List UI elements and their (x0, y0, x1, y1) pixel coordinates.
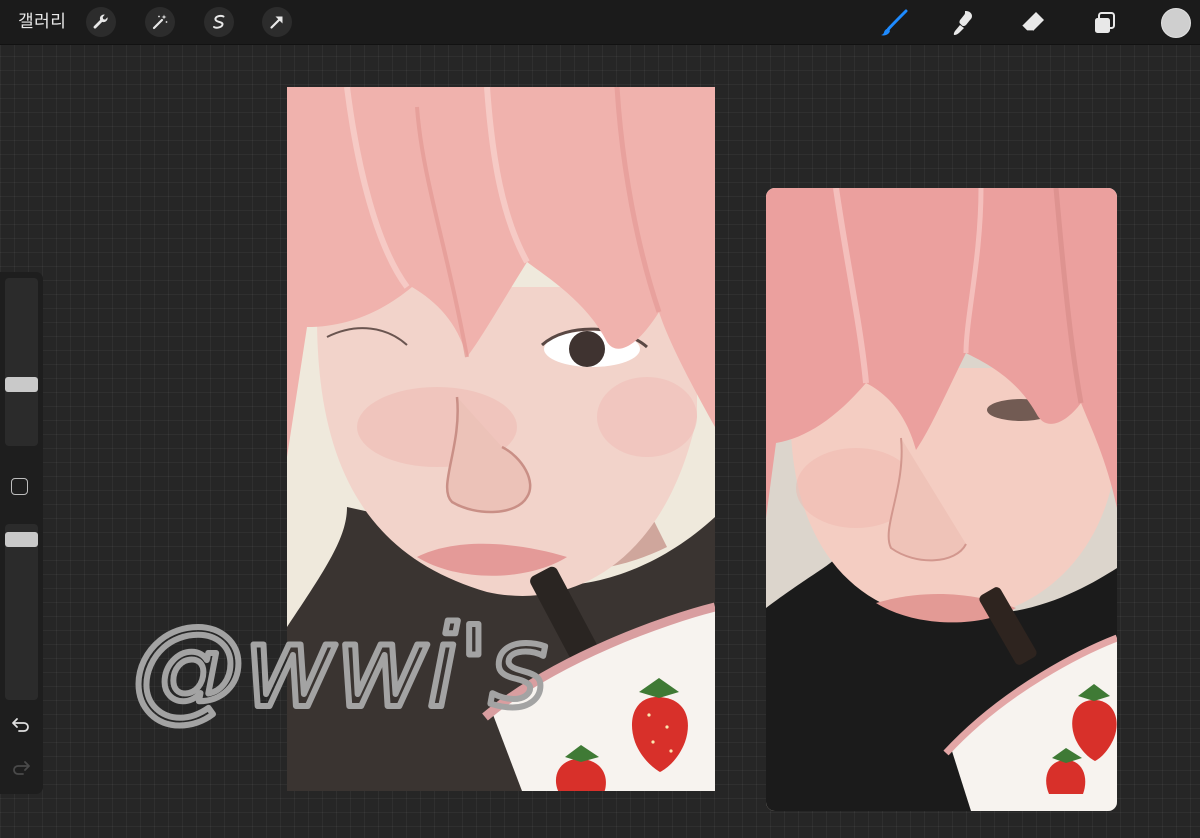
brush-size-slider[interactable] (5, 278, 38, 446)
sidebar (0, 272, 43, 794)
opacity-thumb[interactable] (5, 532, 38, 547)
top-toolbar: 갤러리 (0, 0, 1200, 45)
smudge-icon[interactable] (948, 7, 980, 39)
square-modify-icon[interactable] (11, 478, 28, 495)
redo-icon[interactable] (9, 758, 33, 778)
brush-icon[interactable] (878, 7, 910, 39)
reference-photo (766, 188, 1117, 811)
layers-icon[interactable] (1089, 7, 1121, 39)
eraser-icon[interactable] (1017, 7, 1049, 39)
wrench-icon[interactable] (86, 7, 116, 37)
transform-arrow-icon[interactable] (262, 7, 292, 37)
artwork-painting (287, 87, 715, 791)
opacity-slider[interactable] (5, 524, 38, 700)
selection-icon[interactable] (204, 7, 234, 37)
color-picker[interactable] (1161, 8, 1191, 38)
magic-wand-icon[interactable] (145, 7, 175, 37)
undo-icon[interactable] (9, 715, 33, 735)
gallery-button[interactable]: 갤러리 (18, 9, 66, 35)
brush-size-thumb[interactable] (5, 377, 38, 392)
